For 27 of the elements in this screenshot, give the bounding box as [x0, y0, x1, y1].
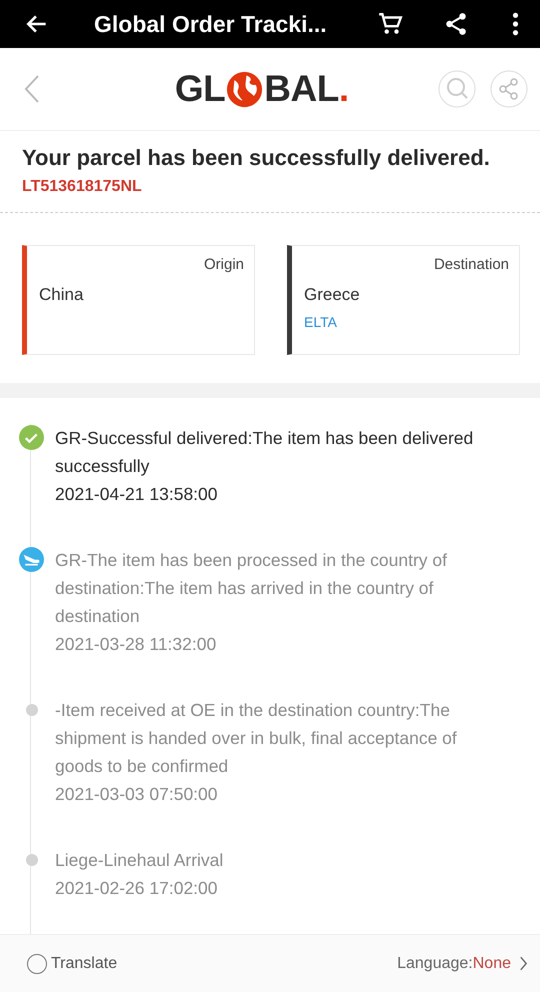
check-icon — [18, 425, 44, 450]
event-time: 2021-04-21 13:58:00 — [55, 483, 218, 506]
event-description: -Item received at OE in the destination country:The shipment is handed over in bulk, final acceptance of goods to be confirmed — [55, 699, 458, 778]
translate-toggle[interactable]: Translate — [27, 954, 118, 974]
country-name: Greece — [304, 285, 361, 305]
delivery-headline: Your parcel has been successfully delivered. — [22, 145, 491, 171]
event-description: Liege-Linehaul Arrival — [55, 849, 224, 872]
event-time: 2021-02-26 17:02:00 — [55, 877, 218, 900]
chevron-right-icon — [519, 955, 528, 972]
event-description: GR-Successful delivered:The item has been delivered successfully — [55, 427, 474, 478]
event-time: 2021-03-28 11:32:00 — [55, 633, 218, 656]
route-label: Origin — [202, 256, 244, 273]
logo-text: BAL — [264, 68, 339, 110]
app-bar-title: Global Order Tracki... — [94, 10, 328, 38]
logo-text: GL — [174, 68, 226, 110]
plane-icon — [18, 547, 44, 572]
carrier-name[interactable]: ELTA — [304, 314, 509, 330]
globe-icon — [226, 70, 264, 108]
cart-icon[interactable] — [377, 11, 403, 37]
logo-dot: . — [338, 68, 350, 110]
tracking-number: LT513618175NL — [0, 178, 540, 213]
event-description: GR-The item has been processed in the country of destination:The item has arrived in the country of destination — [55, 549, 448, 628]
route-label: Destination — [432, 256, 509, 273]
more-options-icon[interactable] — [511, 11, 520, 37]
event-time: 2021-03-03 07:50:00 — [55, 783, 218, 806]
language-selector[interactable]: Language:None — [397, 954, 528, 972]
country-name: China — [39, 285, 84, 305]
